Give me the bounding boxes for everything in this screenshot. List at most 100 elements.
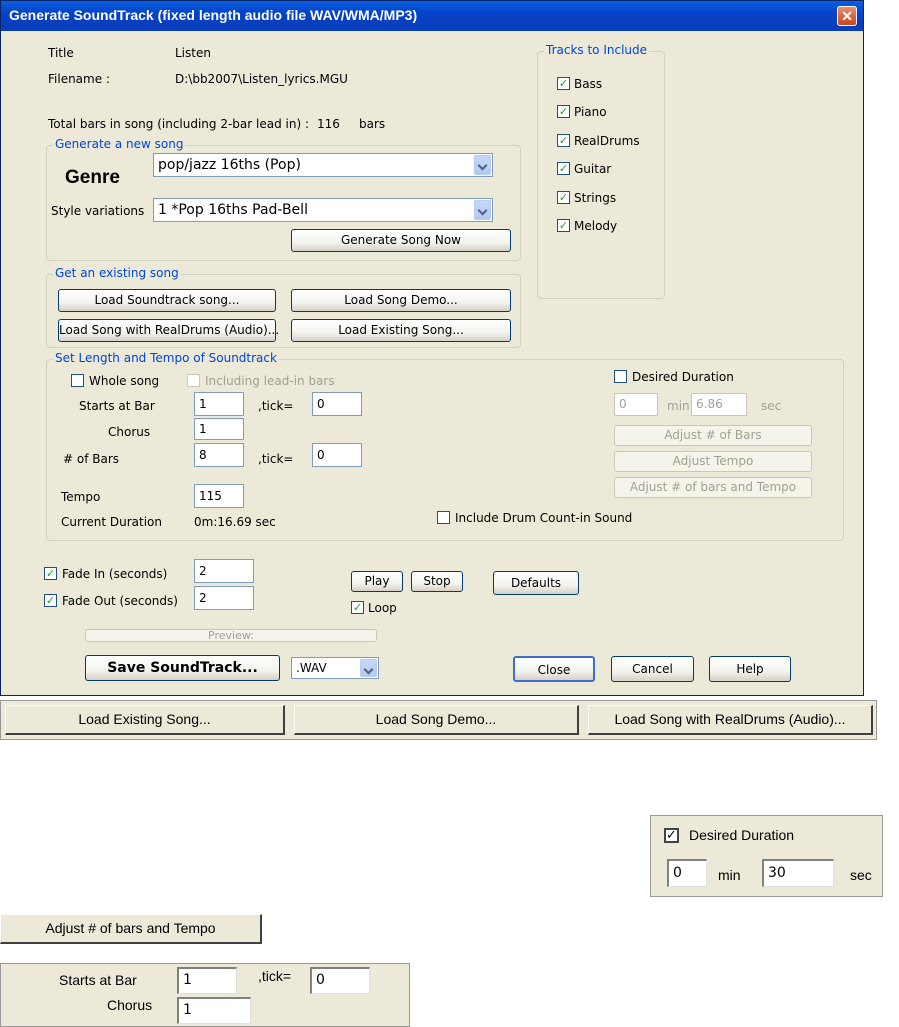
track-checkbox-guitar[interactable]: ✓ (557, 162, 570, 175)
include-drum-countin-checkbox[interactable] (437, 511, 450, 524)
callout-chorus-label: Chorus (107, 997, 153, 1013)
dialog-title: Generate SoundTrack (fixed length audio … (9, 7, 418, 23)
title-bar[interactable]: Generate SoundTrack (fixed length audio … (1, 1, 863, 31)
chevron-down-icon[interactable] (474, 200, 491, 220)
fade-out-input[interactable]: 2 (194, 586, 254, 610)
preview-bar[interactable]: Preview: (85, 629, 377, 642)
cancel-button[interactable]: Cancel (611, 656, 694, 682)
save-soundtrack-button[interactable]: Save SoundTrack... (85, 655, 280, 681)
close-icon[interactable]: ✕ (837, 6, 857, 26)
track-label-melody: Melody (574, 219, 618, 233)
including-leadin-checkbox[interactable] (187, 374, 200, 387)
callout-min-input[interactable]: 0 (667, 859, 707, 887)
chorus-input[interactable]: 1 (194, 418, 244, 440)
genre-label: Genre (65, 167, 120, 188)
tempo-input[interactable]: 115 (194, 484, 244, 508)
current-duration-value: 0m:16.69 sec (194, 515, 276, 529)
whole-song-label: Whole song (89, 374, 160, 388)
loop-checkbox[interactable]: ✓ (351, 601, 364, 614)
track-checkbox-strings[interactable]: ✓ (557, 191, 570, 204)
help-button[interactable]: Help (709, 656, 791, 682)
callout-load-song-demo-button[interactable]: Load Song Demo... (294, 705, 579, 735)
stop-button[interactable]: Stop (411, 571, 463, 592)
title-label: Title (48, 46, 74, 60)
fade-in-checkbox[interactable]: ✓ (44, 567, 57, 580)
callout-tick-label: ,tick= (258, 968, 292, 984)
callout-starts-at-bar-input[interactable]: 1 (177, 967, 237, 994)
filename-value: D:\bb2007\Listen_lyrics.MGU (175, 72, 348, 86)
callout-desired-duration-checkbox[interactable]: ✓ (664, 828, 679, 843)
generate-soundtrack-dialog: Generate SoundTrack (fixed length audio … (0, 0, 864, 696)
fade-out-checkbox[interactable]: ✓ (44, 594, 57, 607)
total-bars-value: 116 (317, 117, 340, 131)
adjust-tempo-button[interactable]: Adjust Tempo (614, 451, 812, 472)
whole-song-checkbox[interactable] (71, 374, 84, 387)
callout-starts-at-bar-label: Starts at Bar (59, 972, 137, 988)
track-label-piano: Piano (574, 105, 607, 119)
starts-at-bar-label: Starts at Bar (79, 399, 155, 413)
close-button[interactable]: Close (513, 656, 595, 682)
tempo-label: Tempo (61, 490, 101, 504)
callout-adjust-bars-tempo-button[interactable]: Adjust # of bars and Tempo (0, 914, 262, 944)
total-bars-unit: bars (359, 117, 386, 131)
load-song-realdrums-button[interactable]: Load Song with RealDrums (Audio)... (58, 319, 279, 342)
current-duration-label: Current Duration (61, 515, 163, 529)
generate-song-now-button[interactable]: Generate Song Now (291, 229, 511, 252)
format-select[interactable]: .WAV (291, 657, 379, 679)
track-label-realdrums: RealDrums (574, 134, 640, 148)
track-checkbox-realdrums[interactable]: ✓ (557, 134, 570, 147)
callout-load-song-realdrums-button[interactable]: Load Song with RealDrums (Audio)... (588, 705, 873, 735)
fade-out-label: Fade Out (seconds) (62, 594, 178, 608)
chevron-down-icon[interactable] (360, 659, 377, 677)
load-soundtrack-song-button[interactable]: Load Soundtrack song... (58, 289, 276, 312)
callout-sec-label: sec (850, 867, 872, 883)
starts-at-bar-callout: Starts at Bar 1 ,tick= 0 Chorus 1 (0, 963, 410, 1027)
callout-sec-input[interactable]: 30 (762, 859, 834, 887)
tracks-group-legend: Tracks to Include (544, 43, 650, 57)
desired-min-input[interactable]: 0 (614, 393, 658, 416)
style-variations-label: Style variations (51, 204, 145, 218)
filename-label: Filename : (48, 72, 110, 86)
bars-label: # of Bars (63, 452, 120, 466)
adjust-bars-button[interactable]: Adjust # of Bars (614, 425, 812, 446)
tick-input-1[interactable]: 0 (312, 392, 362, 416)
tick-input-2[interactable]: 0 (312, 443, 362, 467)
starts-at-bar-input[interactable]: 1 (194, 392, 244, 416)
fade-in-input[interactable]: 2 (194, 559, 254, 583)
bars-input[interactable]: 8 (194, 443, 244, 467)
sec-label: sec (761, 399, 782, 413)
desired-duration-callout: ✓ Desired Duration 0 min 30 sec (650, 815, 883, 897)
min-label: min (667, 399, 690, 413)
load-song-demo-button[interactable]: Load Song Demo... (291, 289, 511, 312)
genre-select[interactable]: pop/jazz 16ths (Pop) (153, 153, 493, 177)
genre-value: pop/jazz 16ths (Pop) (158, 157, 301, 173)
title-value: Listen (175, 46, 211, 60)
track-checkbox-bass[interactable]: ✓ (557, 77, 570, 90)
chevron-down-icon[interactable] (474, 155, 491, 175)
track-label-strings: Strings (574, 191, 617, 205)
desired-duration-checkbox[interactable] (614, 370, 627, 383)
defaults-button[interactable]: Defaults (493, 571, 579, 595)
include-drum-countin-label: Include Drum Count-in Sound (455, 511, 633, 525)
chorus-label: Chorus (108, 425, 151, 439)
load-existing-song-button[interactable]: Load Existing Song... (291, 319, 511, 342)
desired-duration-label: Desired Duration (632, 370, 734, 384)
fade-in-label: Fade In (seconds) (62, 567, 168, 581)
adjust-bars-tempo-button[interactable]: Adjust # of bars and Tempo (614, 477, 812, 498)
tick-label-1: ,tick= (258, 399, 294, 413)
desired-sec-input[interactable]: 6.86 (691, 393, 747, 416)
track-checkbox-piano[interactable]: ✓ (557, 105, 570, 118)
play-button[interactable]: Play (351, 571, 403, 592)
tick-label-2: ,tick= (258, 452, 294, 466)
callout-chorus-input[interactable]: 1 (177, 997, 251, 1024)
track-checkbox-melody[interactable]: ✓ (557, 219, 570, 232)
length-group-legend: Set Length and Tempo of Soundtrack (53, 351, 279, 365)
callout-desired-duration-label: Desired Duration (689, 827, 795, 843)
style-variations-select[interactable]: 1 *Pop 16ths Pad-Bell (153, 198, 493, 222)
format-value: .WAV (296, 661, 327, 675)
track-label-guitar: Guitar (574, 162, 612, 176)
callout-tick-input[interactable]: 0 (310, 967, 370, 994)
callout-load-existing-song-button[interactable]: Load Existing Song... (5, 705, 285, 735)
track-label-bass: Bass (574, 77, 603, 91)
loop-label: Loop (368, 601, 397, 615)
